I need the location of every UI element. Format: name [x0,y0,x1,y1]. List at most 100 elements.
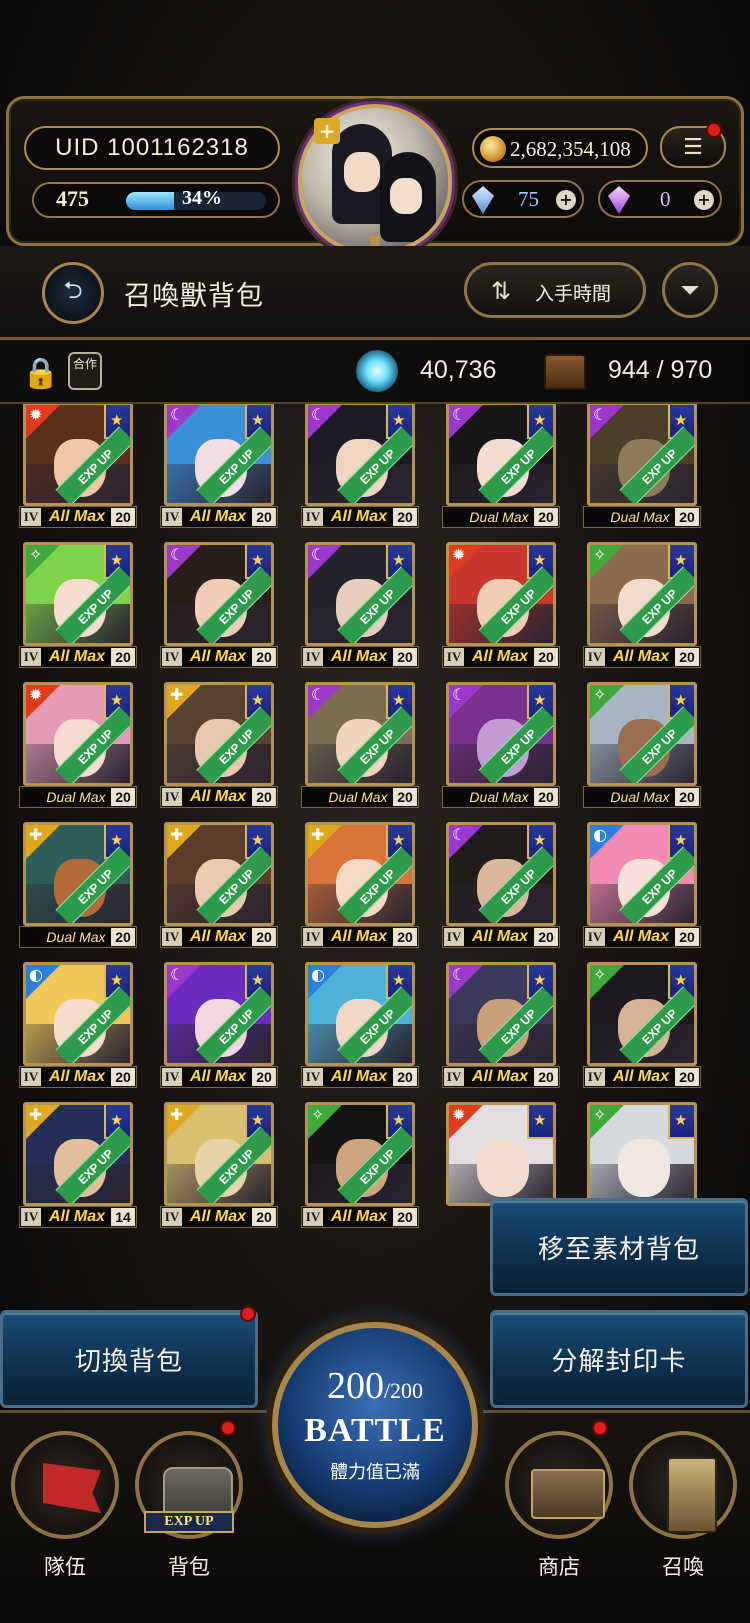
hamburger-icon: ☰ [683,134,703,160]
card-caption: IV All Max 20 [442,646,560,668]
card-status: All Max [330,928,387,945]
monster-card[interactable]: ☾ ★ EXP UP IV All Max 20 [442,962,560,1090]
monster-card[interactable]: ☾ ★ EXP UP IV All Max 20 [160,402,278,530]
monster-card[interactable]: ☾ ★ EXP UP IV All Max 20 [442,822,560,950]
level-number: 475 [56,186,89,211]
card-caption: IV All Max 20 [301,1066,419,1088]
star-icon: ★ [392,691,406,709]
card-level: 20 [252,1208,276,1226]
monster-card[interactable]: ✧ ★ EXP UP Dual Max 20 [583,682,701,810]
avatar-plus-icon: + [314,118,340,144]
element-glyph: ☾ [311,545,326,564]
card-level: 20 [675,788,699,806]
blue-gem-amount: 75 [518,187,539,211]
exp-percent: 34% [182,187,222,209]
monster-card[interactable]: ☾ ★ EXP UP Dual Max 20 [442,402,560,530]
sort-button[interactable]: ⇅ 入手時間 [464,262,646,318]
monster-card[interactable]: ✧ ★ EXP UP IV All Max 20 [19,542,137,670]
orb-count: 40,736 [420,356,497,384]
decompose-label: 分解封印卡 [551,1346,687,1377]
star-icon: ★ [110,831,124,849]
monster-card[interactable]: ✚ ★ EXP UP Dual Max 20 [19,822,137,950]
move-to-material-label: 移至素材背包 [537,1234,700,1265]
switch-bag-button[interactable]: 切換背包 [0,1310,258,1408]
nav-shop[interactable]: 商店 [500,1423,618,1583]
chest-icon [544,354,586,390]
star-icon: ★ [251,691,265,709]
card-portrait: ☾ ★ EXP UP [587,402,697,506]
purple-gem-counter: 0 + [598,180,722,218]
monster-card[interactable]: ✧ ★ EXP UP IV All Max 20 [583,542,701,670]
monster-card[interactable]: ☾ ★ EXP UP Dual Max 20 [301,682,419,810]
card-portrait: ✧ ★ EXP UP [587,542,697,646]
nav-ring [11,1431,119,1539]
element-glyph: ☾ [170,545,185,564]
card-caption: Dual Max 20 [583,786,701,808]
add-blue-gem-button[interactable]: + [556,190,576,210]
battle-button[interactable]: 200/200 BATTLE 體力值已滿 [272,1322,478,1528]
star-icon: ★ [110,551,124,569]
star-icon: ★ [533,551,547,569]
stamina-max: /200 [383,1378,424,1403]
add-purple-gem-button[interactable]: + [694,190,714,210]
monster-card[interactable]: ☾ ★ EXP UP IV All Max 20 [160,962,278,1090]
monster-card[interactable]: ☾ ★ EXP UP IV All Max 20 [160,542,278,670]
card-caption: Dual Max 20 [301,786,419,808]
card-level: 20 [252,648,276,666]
lock-icon[interactable]: 🔒 [22,356,59,391]
nav-summon-label: 召喚 [662,1555,704,1579]
monster-card[interactable]: ◐ ★ EXP UP IV All Max 20 [19,962,137,1090]
monster-card[interactable]: ☾ ★ EXP UP Dual Max 20 [583,402,701,530]
card-level: 20 [534,788,558,806]
star-icon: ★ [533,971,547,989]
back-button[interactable]: ⮌ [42,262,104,324]
monster-card[interactable]: ☾ ★ EXP UP IV All Max 20 [301,402,419,530]
monster-card[interactable]: ✚ ★ EXP UP IV All Max 20 [160,822,278,950]
monster-card[interactable]: ✹ ★ EXP UP Dual Max 20 [19,682,137,810]
card-portrait: ☾ ★ EXP UP [164,402,274,506]
filter-button[interactable]: ⏷ [662,262,718,318]
monster-card[interactable]: ◐ ★ EXP UP IV All Max 20 [301,962,419,1090]
element-glyph: ✧ [593,965,607,984]
element-glyph: ☾ [311,405,326,424]
exp-up-banner: EXP UP [144,1511,234,1533]
tier-badge: IV [585,648,605,666]
card-status: All Max [612,1068,669,1085]
monster-card[interactable]: ✹ ★ EXP UP IV All Max 20 [442,542,560,670]
nav-summon[interactable]: 召喚 [624,1423,742,1583]
card-caption: IV All Max 20 [160,1206,278,1228]
card-portrait: ✚ ★ EXP UP [164,1102,274,1206]
decompose-button[interactable]: 分解封印卡 [490,1310,748,1408]
monster-card[interactable]: ✚ ★ EXP UP IV All Max 20 [160,682,278,810]
card-status: All Max [189,1208,246,1225]
card-caption: IV All Max 20 [583,1066,701,1088]
move-to-material-bag-button[interactable]: 移至素材背包 [490,1198,748,1296]
monster-card[interactable]: ☾ ★ EXP UP Dual Max 20 [442,682,560,810]
tier-badge: IV [162,648,182,666]
monster-card[interactable]: ◐ ★ EXP UP IV All Max 20 [583,822,701,950]
star-icon: ★ [251,831,265,849]
nav-ring [505,1431,613,1539]
nav-bag[interactable]: EXP UP 背包 [130,1423,248,1583]
card-level: 20 [675,508,699,526]
card-portrait: ✹ ★ EXP UP [23,402,133,506]
tier-badge: IV [444,1068,464,1086]
element-glyph: ✧ [593,685,607,704]
card-status: All Max [471,648,528,665]
sort-label: 入手時間 [535,283,612,305]
card-level: 20 [252,788,276,806]
card-caption: IV All Max 20 [301,926,419,948]
monster-card[interactable]: ✧ ★ EXP UP IV All Max 20 [301,1102,419,1230]
monster-card[interactable]: ☾ ★ EXP UP IV All Max 20 [301,542,419,670]
craft-icon[interactable]: 合作 [68,352,102,390]
card-portrait: ✚ ★ EXP UP [23,1102,133,1206]
card-portrait: ☾ ★ EXP UP [164,542,274,646]
star-icon: ★ [110,691,124,709]
card-portrait: ✹ ★ [446,1102,556,1206]
monster-card[interactable]: ✚ ★ EXP UP IV All Max 14 [19,1102,137,1230]
monster-card[interactable]: ✧ ★ EXP UP IV All Max 20 [583,962,701,1090]
monster-card[interactable]: ✚ ★ EXP UP IV All Max 20 [301,822,419,950]
monster-card[interactable]: ✚ ★ EXP UP IV All Max 20 [160,1102,278,1230]
nav-team[interactable]: 隊伍 [6,1423,124,1583]
monster-card[interactable]: ✹ ★ EXP UP IV All Max 20 [19,402,137,530]
